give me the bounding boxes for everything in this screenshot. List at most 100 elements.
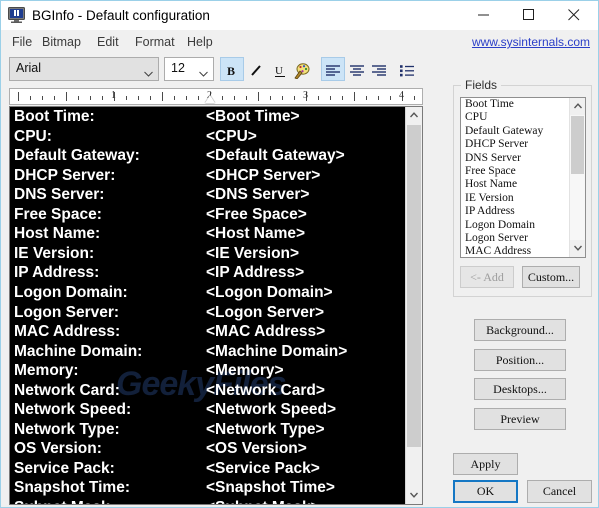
field-list-item[interactable]: Logon Server [461,232,585,245]
bullet-list-button[interactable] [395,57,419,81]
field-list-item[interactable]: Logon Domain [461,219,585,232]
underline-button[interactable]: U [268,57,292,81]
editor-row-label: DNS Server: [14,186,105,204]
field-list-item[interactable]: Host Name [461,178,585,191]
editor-row-value: <Machine Domain> [206,342,348,360]
editor-row[interactable]: Default Gateway: <Default Gateway> [10,147,406,167]
fields-scrollbar-thumb[interactable] [571,116,584,174]
editor-row[interactable]: Logon Domain: <Logon Domain> [10,284,406,304]
editor-scrollbar-thumb[interactable] [407,125,421,447]
fields-scrollbar[interactable] [569,98,585,257]
scroll-up-icon[interactable] [406,107,422,124]
editor-row[interactable]: IP Address: <IP Address> [10,264,406,284]
maximize-button[interactable] [506,1,551,29]
ok-button[interactable]: OK [453,480,518,503]
apply-button[interactable]: Apply [453,453,518,475]
editor-row-label: Network Speed: [14,401,132,419]
bitmap-text-editor[interactable]: GeekyFiles Boot Time: <Boot Time> CPU: <CPU… [9,106,423,505]
preview-button[interactable]: Preview [474,408,566,430]
ruler-tick [342,96,343,100]
field-list-item[interactable]: IE Version [461,192,585,205]
background-button[interactable]: Background... [474,319,566,341]
ruler-tick [78,96,79,100]
editor-row[interactable]: Machine Domain: <Machine Domain> [10,343,406,363]
minimize-button[interactable] [461,1,506,29]
editor-row[interactable]: Service Pack: <Service Pack> [10,460,406,480]
ruler-tick [162,92,163,101]
align-left-button[interactable] [321,57,345,81]
svg-text:U: U [275,65,283,77]
field-list-item[interactable]: IP Address [461,205,585,218]
desktops-button[interactable]: Desktops... [474,378,566,400]
editor-row[interactable]: DNS Server: <DNS Server> [10,186,406,206]
field-list-item[interactable]: MAC Address [461,245,585,257]
custom-field-button[interactable]: Custom... [522,266,580,288]
editor-row[interactable]: Boot Time: <Boot Time> [10,108,406,128]
editor-row-label: Host Name: [14,225,101,243]
editor-row[interactable]: Free Space: <Free Space> [10,206,406,226]
editor-row-value: <DNS Server> [206,186,310,204]
field-list-item[interactable]: Default Gateway [461,125,585,138]
editor-row-label: Machine Domain: [14,342,143,360]
editor-row-value: <MAC Address> [206,323,326,341]
menu-item-help[interactable]: Help [181,33,219,51]
align-right-button[interactable] [367,57,391,81]
fields-listbox[interactable]: Boot Time CPU Default Gateway DHCP Server DN… [460,97,586,258]
editor-row[interactable]: MAC Address: <MAC Address> [10,323,406,343]
bold-button[interactable]: B [220,57,244,81]
field-list-item[interactable]: Boot Time [461,98,585,111]
editor-row-value: <Network Speed> [206,401,337,419]
editor-row[interactable]: OS Version: <OS Version> [10,440,406,460]
font-size-combo[interactable]: 12 [164,57,214,81]
editor-row[interactable]: Host Name: <Host Name> [10,225,406,245]
field-list-item[interactable]: DHCP Server [461,138,585,151]
editor-row-value: <Network Type> [206,420,325,438]
position-button[interactable]: Position... [474,349,566,371]
font-family-combo[interactable]: Arial [9,57,159,81]
editor-row[interactable]: Network Card: <Network Card> [10,382,406,402]
editor-row[interactable]: Snapshot Time: <Snapshot Time> [10,479,406,499]
indent-marker[interactable] [205,95,215,103]
ruler-tick [42,96,43,100]
close-button[interactable] [551,1,596,29]
editor-row[interactable]: Network Speed: <Network Speed> [10,401,406,421]
editor-row[interactable]: Logon Server: <Logon Server> [10,304,406,324]
field-list-item[interactable]: CPU [461,111,585,124]
menu-item-bitmap[interactable]: Bitmap [36,33,87,51]
ruler-tick [270,96,271,100]
ruler-tick [186,96,187,100]
editor-scrollbar[interactable] [405,107,422,504]
ruler[interactable]: 1234 [9,88,423,105]
ruler-tick [414,96,415,100]
editor-row[interactable]: Network Type: <Network Type> [10,421,406,441]
italic-button[interactable] [244,57,268,81]
editor-canvas[interactable]: GeekyFiles Boot Time: <Boot Time> CPU: <CPU… [10,107,406,504]
menu-item-edit[interactable]: Edit [91,33,125,51]
add-field-button[interactable]: <- Add [460,266,514,288]
scroll-up-icon[interactable] [570,98,585,115]
fields-items: Boot Time CPU Default Gateway DHCP Server DN… [461,98,585,257]
editor-row-label: Logon Domain: [14,283,128,301]
ruler-number: 3 [303,90,308,101]
scroll-down-icon[interactable] [406,487,422,504]
editor-row-value: <Subnet Mask> [206,499,320,504]
editor-row-label: Free Space: [14,205,102,223]
menu-item-format[interactable]: Format [129,33,181,51]
menu-item-file[interactable]: File [6,33,38,51]
editor-row-value: <Memory> [206,362,284,380]
editor-row[interactable]: IE Version: <IE Version> [10,245,406,265]
editor-row[interactable]: CPU: <CPU> [10,128,406,148]
font-size-value: 12 [171,61,185,75]
align-center-button[interactable] [345,57,369,81]
editor-row[interactable]: Subnet Mask: <Subnet Mask> [10,499,406,504]
editor-row[interactable]: Memory: <Memory> [10,362,406,382]
editor-row[interactable]: DHCP Server: <DHCP Server> [10,167,406,187]
cancel-button[interactable]: Cancel [527,480,592,503]
sysinternals-link[interactable]: www.sysinternals.com [472,35,590,49]
field-list-item[interactable]: Free Space [461,165,585,178]
editor-row-label: IE Version: [14,244,95,262]
field-list-item[interactable]: DNS Server [461,152,585,165]
text-color-button[interactable] [290,57,314,81]
scroll-down-icon[interactable] [570,240,585,257]
ruler-tick [30,96,31,100]
